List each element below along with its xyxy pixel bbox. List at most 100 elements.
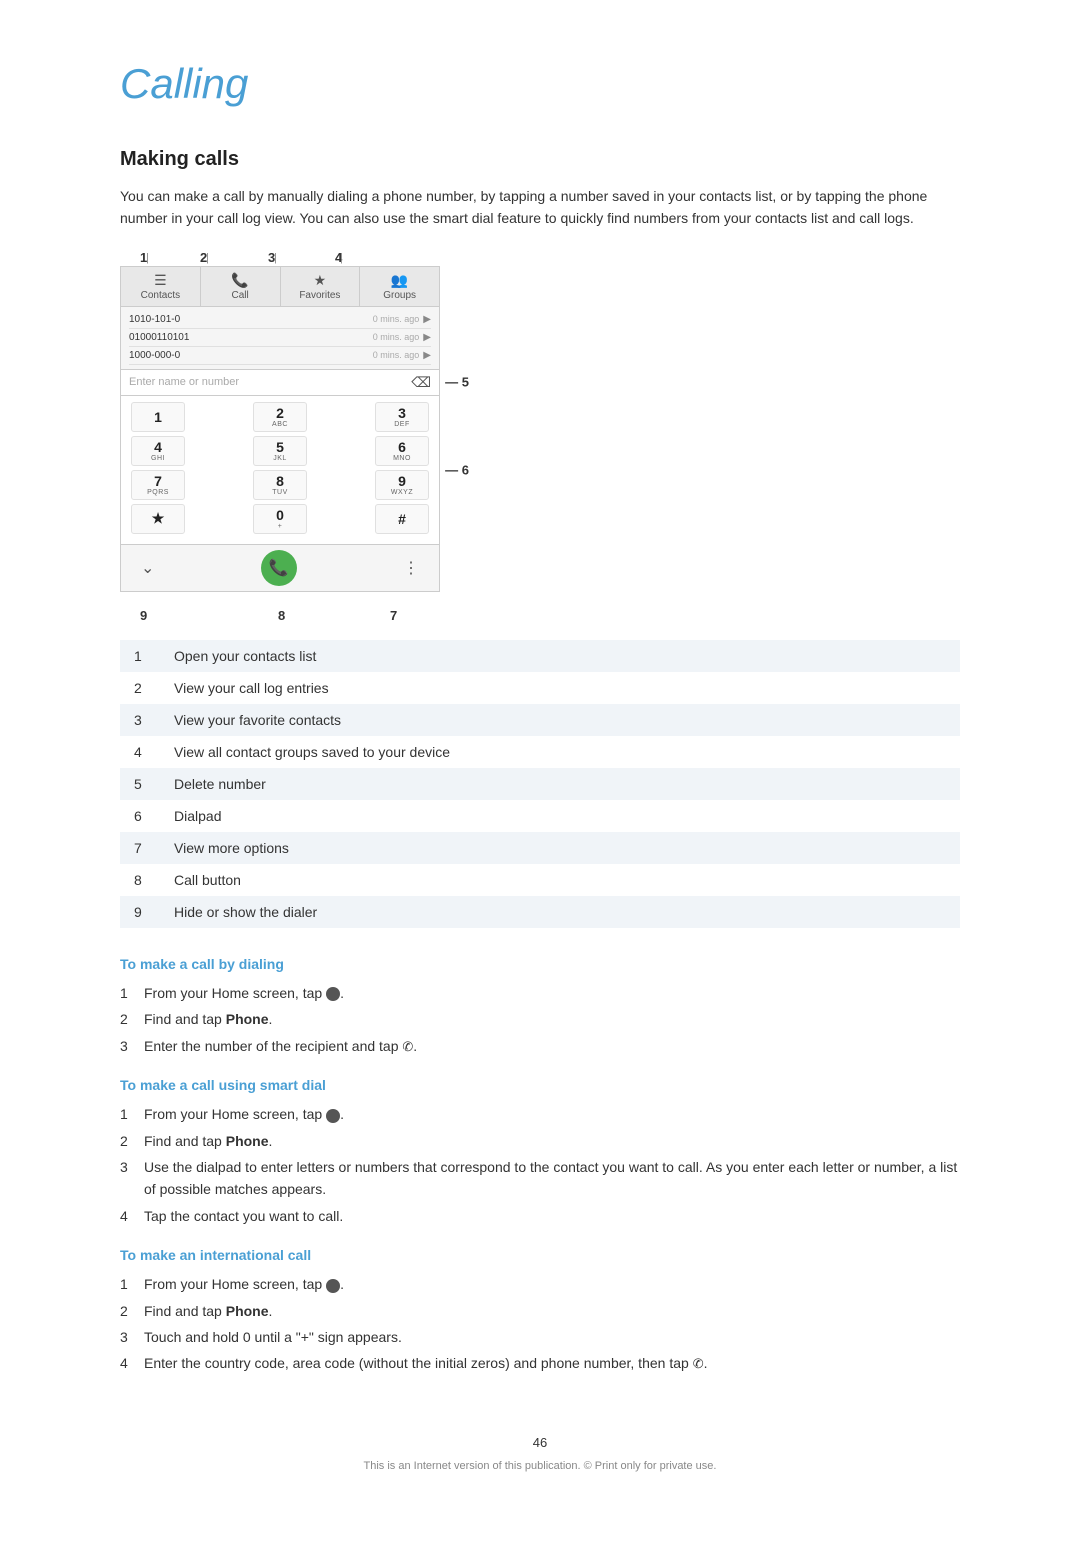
desc-text: Hide or show the dialer bbox=[160, 896, 960, 928]
step-text: Enter the country code, area code (witho… bbox=[144, 1352, 960, 1375]
callout-8: 8 bbox=[278, 608, 285, 623]
desc-num: 6 bbox=[120, 800, 160, 832]
desc-num: 2 bbox=[120, 672, 160, 704]
callout-7: 7 bbox=[390, 608, 397, 623]
contact-row-1[interactable]: 1010-101-0 0 mins. ago ▶ bbox=[129, 311, 431, 329]
step-text: Tap the contact you want to call. bbox=[144, 1205, 960, 1227]
steps-list-international: 1From your Home screen, tap . 2 Find and t… bbox=[120, 1273, 960, 1375]
step-item: 4 Tap the contact you want to call. bbox=[120, 1205, 960, 1227]
step-text: From your Home screen, tap . bbox=[144, 982, 960, 1004]
contact-row-2[interactable]: 01000110101 0 mins. ago ▶ bbox=[129, 329, 431, 347]
steps-list-smart_dial: 1 From your Home screen, tap . 2 Find and t… bbox=[120, 1103, 960, 1227]
more-options-icon[interactable]: ⋮ bbox=[403, 558, 419, 578]
dialpad-row-3: 7PQRS 8TUV 9WXYZ bbox=[131, 470, 429, 500]
delete-icon[interactable]: ⌫ bbox=[411, 374, 431, 391]
step-item: 1From your Home screen, tap . bbox=[120, 1273, 960, 1295]
phone-screenshot: ☰ Contacts 📞 Call ★ Favorites 👥 Groups bbox=[120, 266, 440, 592]
key-6[interactable]: 6MNO bbox=[375, 436, 429, 466]
desc-num: 4 bbox=[120, 736, 160, 768]
step-number: 2 bbox=[120, 1300, 136, 1322]
step-number: 4 bbox=[120, 1205, 136, 1227]
phone-icon: 📞 bbox=[269, 558, 289, 578]
desc-row-5: 5Delete number bbox=[120, 768, 960, 800]
key-3[interactable]: 3DEF bbox=[375, 402, 429, 432]
key-star[interactable]: ★ bbox=[131, 504, 185, 534]
step-text: From your Home screen, tap . bbox=[144, 1273, 960, 1295]
section-title-making-calls: Making calls bbox=[120, 148, 960, 171]
step-number: 1 bbox=[120, 1103, 136, 1125]
desc-num: 9 bbox=[120, 896, 160, 928]
key-0[interactable]: 0+ bbox=[253, 504, 307, 534]
step-text: From your Home screen, tap . bbox=[144, 1103, 960, 1125]
key-4[interactable]: 4GHI bbox=[131, 436, 185, 466]
step-item: 3Touch and hold 0 until a "+" sign appea… bbox=[120, 1326, 960, 1348]
desc-row-8: 8Call button bbox=[120, 864, 960, 896]
sub-section-title-dial: To make a call by dialing bbox=[120, 956, 960, 972]
step-text: Find and tap Phone. bbox=[144, 1130, 960, 1152]
key-9[interactable]: 9WXYZ bbox=[375, 470, 429, 500]
tab-groups[interactable]: 👥 Groups bbox=[360, 267, 439, 306]
step-number: 3 bbox=[120, 1035, 136, 1058]
step-item: 2 Find and tap Phone. bbox=[120, 1130, 960, 1152]
intro-paragraph: You can make a call by manually dialing … bbox=[120, 185, 960, 230]
phone-contacts-list: 1010-101-0 0 mins. ago ▶ 01000110101 0 m… bbox=[121, 307, 439, 369]
step-item: 1From your Home screen, tap . bbox=[120, 982, 960, 1004]
page-container: Calling Making calls You can make a call… bbox=[0, 0, 1080, 1552]
desc-text: View more options bbox=[160, 832, 960, 864]
key-1[interactable]: 1 bbox=[131, 402, 185, 432]
desc-row-3: 3View your favorite contacts bbox=[120, 704, 960, 736]
desc-num: 1 bbox=[120, 640, 160, 672]
tab-call[interactable]: 📞 Call bbox=[201, 267, 281, 306]
step-item: 2 Find and tap Phone. bbox=[120, 1300, 960, 1322]
dialpad-row-2: 4GHI 5JKL 6MNO bbox=[131, 436, 429, 466]
descriptions-table: 1Open your contacts list2View your call … bbox=[120, 640, 960, 928]
key-5[interactable]: 5JKL bbox=[253, 436, 307, 466]
desc-row-9: 9Hide or show the dialer bbox=[120, 896, 960, 928]
apps-icon bbox=[326, 1279, 340, 1293]
call-button[interactable]: 📞 bbox=[261, 550, 297, 586]
step-number: 4 bbox=[120, 1352, 136, 1375]
step-text: Touch and hold 0 until a "+" sign appear… bbox=[144, 1326, 960, 1348]
desc-text: View all contact groups saved to your de… bbox=[160, 736, 960, 768]
phone-screenshot-wrapper: 1 2 3 4 | | | | ☰ Contacts 📞 Call bbox=[120, 250, 470, 608]
step-text: Enter the number of the recipient and ta… bbox=[144, 1035, 960, 1058]
step-text: Find and tap Phone. bbox=[144, 1300, 960, 1322]
callout-5-line: — 5 bbox=[445, 375, 469, 390]
key-hash[interactable]: # bbox=[375, 504, 429, 534]
step-number: 3 bbox=[120, 1156, 136, 1201]
step-item: 3Use the dialpad to enter letters or num… bbox=[120, 1156, 960, 1201]
tab-contacts[interactable]: ☰ Contacts bbox=[121, 267, 201, 306]
dialpad-row-1: 1 2ABC 3DEF bbox=[131, 402, 429, 432]
key-2[interactable]: 2ABC bbox=[253, 402, 307, 432]
footer-note: This is an Internet version of this publ… bbox=[364, 1460, 717, 1472]
step-item: 1 From your Home screen, tap . bbox=[120, 1103, 960, 1125]
step-item: 3 Enter the number of the recipient and t… bbox=[120, 1035, 960, 1058]
chevron-down-icon[interactable]: ⌄ bbox=[141, 558, 154, 578]
desc-text: Open your contacts list bbox=[160, 640, 960, 672]
desc-text: Delete number bbox=[160, 768, 960, 800]
desc-text: View your favorite contacts bbox=[160, 704, 960, 736]
phone-number-input[interactable]: Enter name or number ⌫ bbox=[121, 369, 439, 396]
page-number: 46 bbox=[120, 1435, 960, 1450]
sub-section-title-international: To make an international call bbox=[120, 1247, 960, 1263]
step-number: 2 bbox=[120, 1008, 136, 1030]
step-number: 2 bbox=[120, 1130, 136, 1152]
desc-row-1: 1Open your contacts list bbox=[120, 640, 960, 672]
step-bold: Phone bbox=[226, 1303, 269, 1319]
step-item: 2Find and tap Phone. bbox=[120, 1008, 960, 1030]
step-bold: Phone bbox=[226, 1011, 269, 1027]
apps-icon bbox=[326, 987, 340, 1001]
key-8[interactable]: 8TUV bbox=[253, 470, 307, 500]
desc-text: View your call log entries bbox=[160, 672, 960, 704]
dialpad-row-4: ★ 0+ # bbox=[131, 504, 429, 534]
desc-row-2: 2View your call log entries bbox=[120, 672, 960, 704]
desc-text: Call button bbox=[160, 864, 960, 896]
desc-row-7: 7View more options bbox=[120, 832, 960, 864]
key-7[interactable]: 7PQRS bbox=[131, 470, 185, 500]
steps-list-dial: 1From your Home screen, tap . 2Find and t… bbox=[120, 982, 960, 1057]
call-icon: ✆ bbox=[693, 1356, 704, 1371]
contact-row-3[interactable]: 1000-000-0 0 mins. ago ▶ bbox=[129, 347, 431, 365]
step-item: 4 Enter the country code, area code (with… bbox=[120, 1352, 960, 1375]
tab-favorites[interactable]: ★ Favorites bbox=[281, 267, 361, 306]
phone-tabs: ☰ Contacts 📞 Call ★ Favorites 👥 Groups bbox=[121, 267, 439, 307]
